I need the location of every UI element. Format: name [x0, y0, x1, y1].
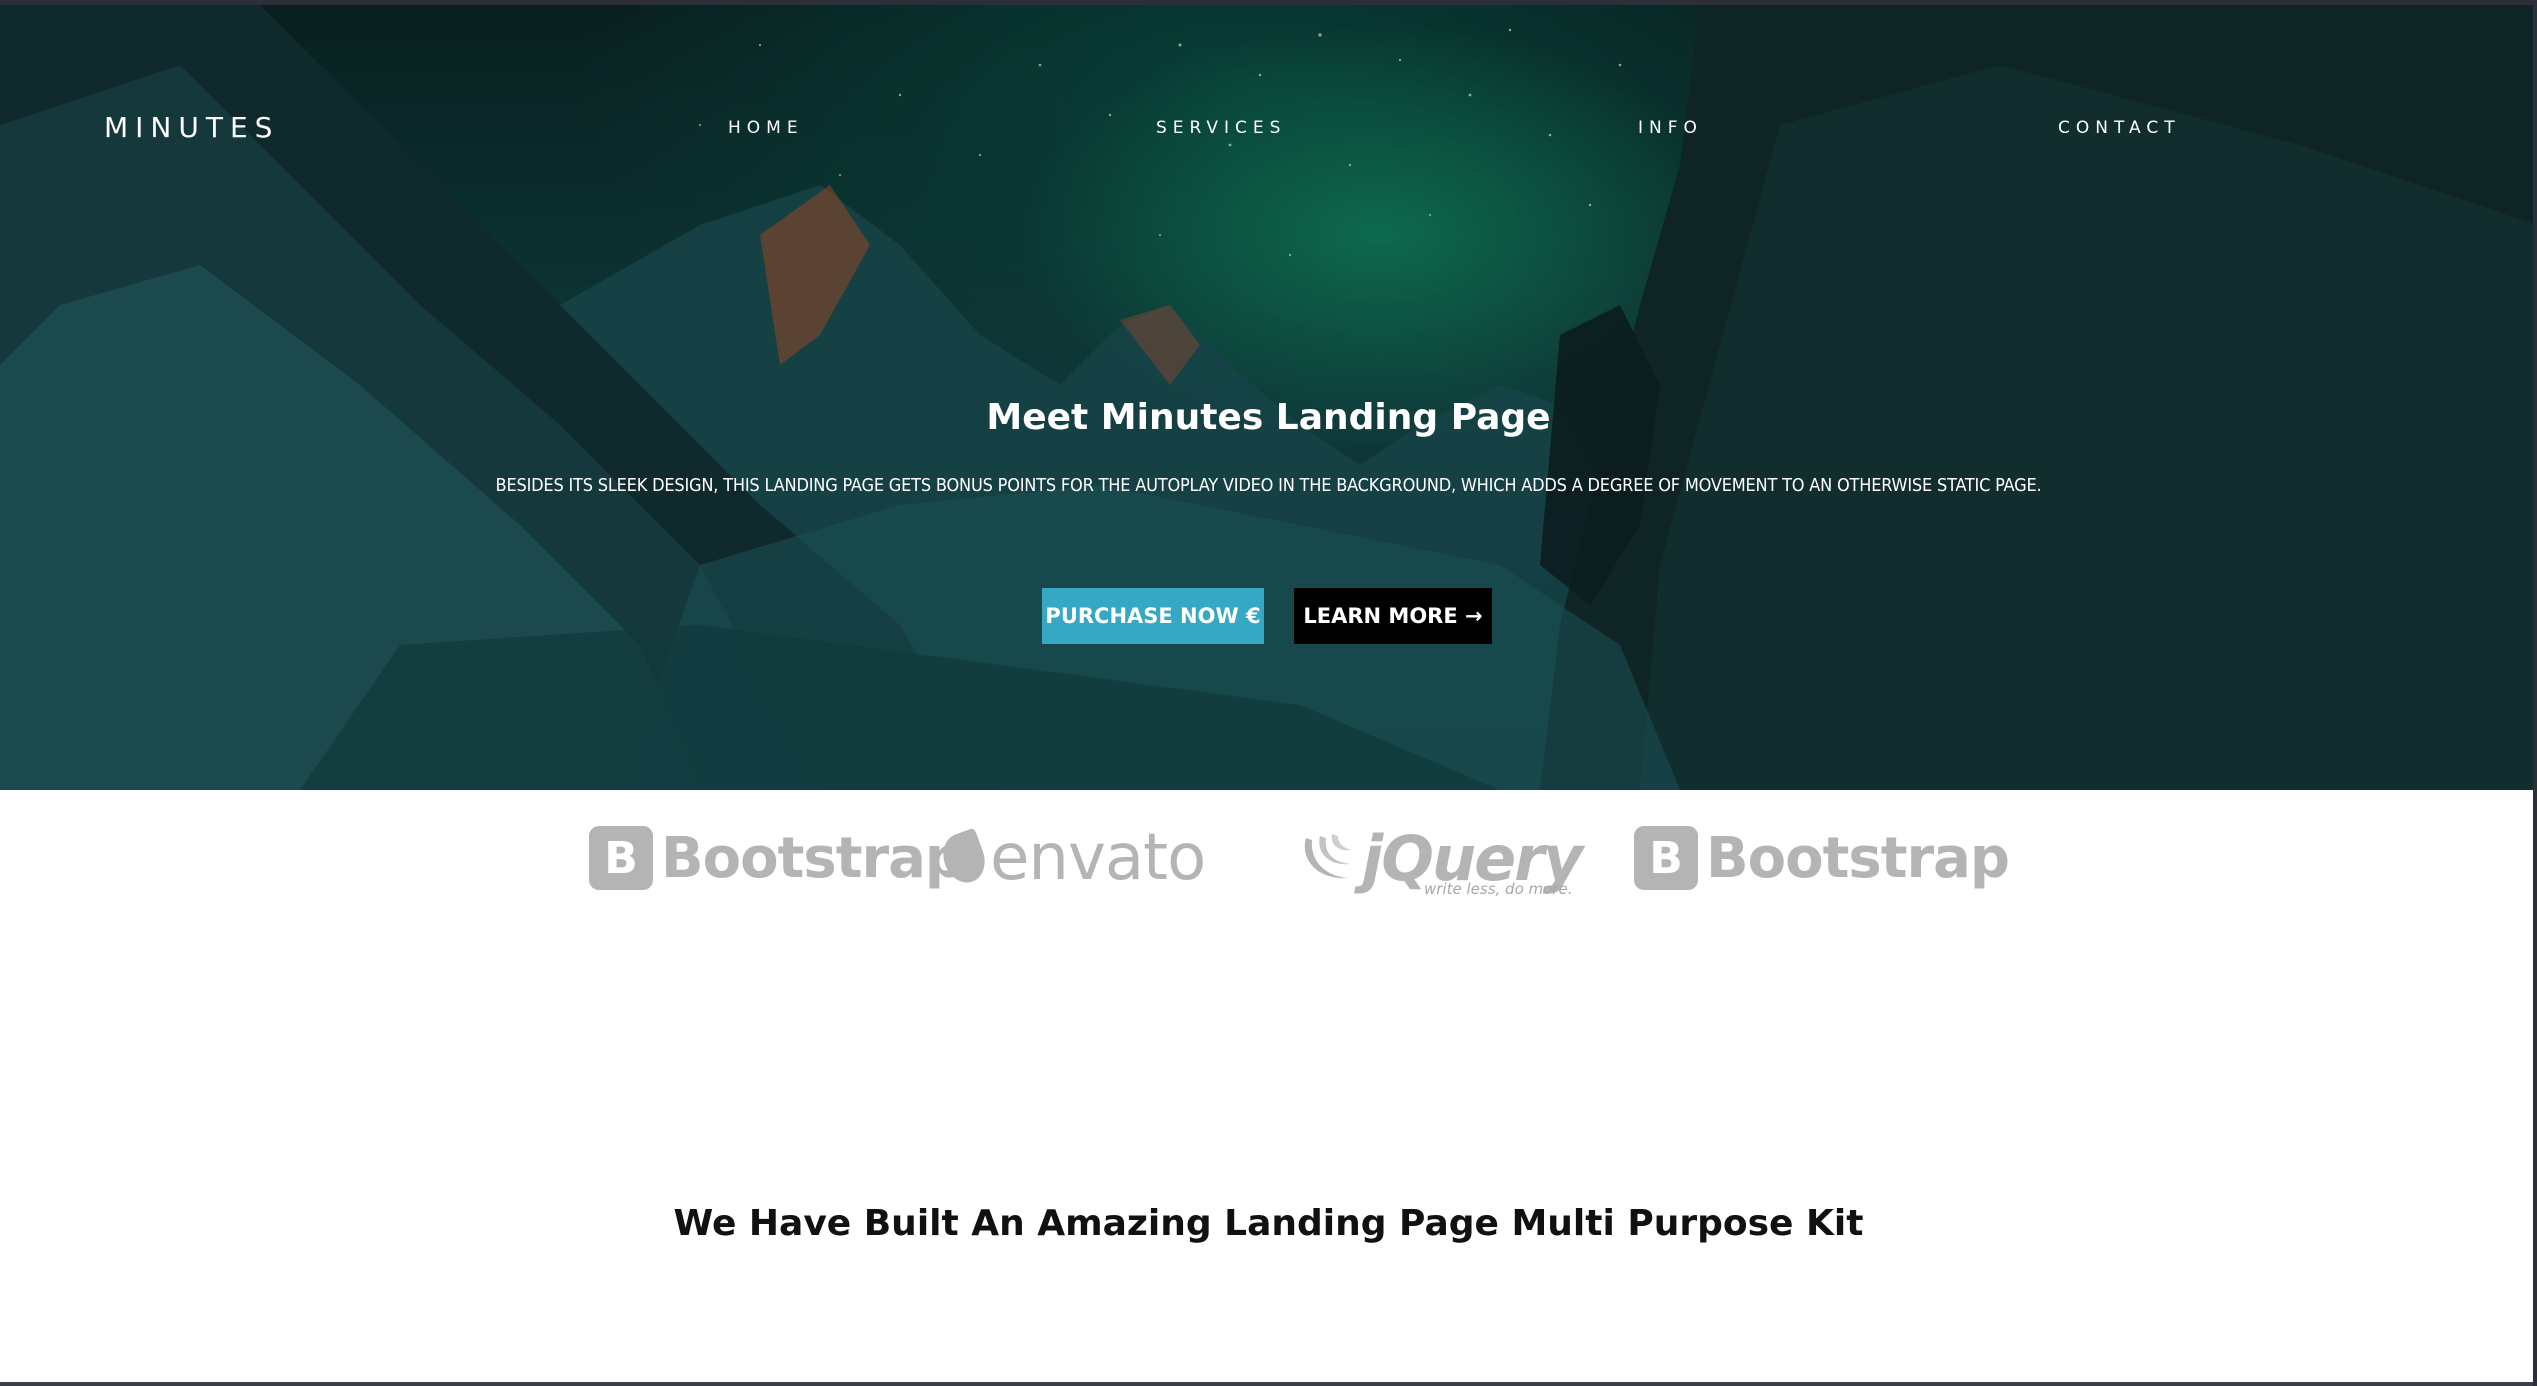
learn-more-button[interactable]: LEARN MORE →	[1294, 588, 1492, 644]
window-right-border	[2533, 0, 2537, 1386]
hero-section: MINUTES HOME SERVICES INFO CONTACT Meet …	[0, 5, 2537, 790]
bootstrap-logo-text: Bootstrap	[661, 825, 965, 891]
nav-item-contact[interactable]: CONTACT	[2058, 118, 2181, 138]
bootstrap-logo-text: Bootstrap	[1706, 825, 2010, 891]
bootstrap-logo-2: B Bootstrap	[1634, 818, 2010, 898]
main-nav: HOME SERVICES INFO CONTACT	[0, 118, 2537, 148]
bootstrap-b-icon: B	[589, 826, 653, 890]
hero-title: Meet Minutes Landing Page	[986, 397, 1551, 438]
nav-item-services[interactable]: SERVICES	[1156, 118, 1286, 138]
nav-item-info[interactable]: INFO	[1638, 118, 1703, 138]
envato-logo-text: envato	[990, 821, 1206, 895]
jquery-swoosh-icon	[1304, 834, 1352, 879]
envato-leaf-icon	[936, 827, 992, 889]
jquery-tagline: write less, do more.	[1424, 879, 1573, 898]
window-bottom-border	[0, 1382, 2537, 1386]
hero-subtitle: BESIDES ITS SLEEK DESIGN, THIS LANDING P…	[495, 475, 2042, 496]
partner-logos: B Bootstrap envato jQuery write less, do…	[0, 790, 2537, 920]
purchase-now-button[interactable]: PURCHASE NOW €	[1042, 588, 1264, 644]
bootstrap-logo: B Bootstrap	[589, 818, 965, 898]
features-title: We Have Built An Amazing Landing Page Mu…	[673, 1203, 1864, 1244]
bootstrap-b-icon: B	[1634, 826, 1698, 890]
jquery-logo: jQuery write less, do more.	[1298, 818, 1583, 898]
envato-logo: envato	[936, 818, 1206, 898]
nav-item-home[interactable]: HOME	[728, 118, 804, 138]
